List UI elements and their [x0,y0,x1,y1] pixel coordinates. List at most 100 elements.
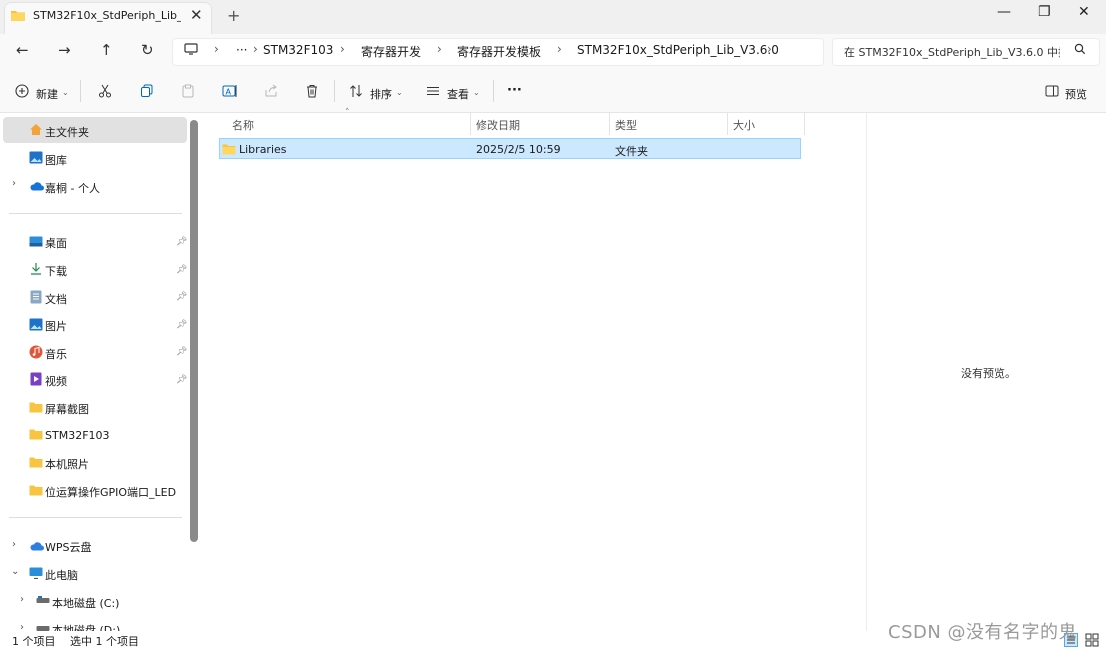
preview-button[interactable]: 预览 [1065,86,1087,102]
copy-icon[interactable] [140,84,154,98]
rename-icon[interactable]: A [222,84,238,98]
sidebar-item-label: WPS云盘 [45,541,92,554]
column-divider[interactable] [470,113,471,135]
sidebar-item-label: 主文件夹 [45,126,89,139]
close-window-button[interactable]: ✕ [1078,4,1090,20]
sidebar-item-label: 视频 [45,375,67,388]
folder-icon [29,402,43,413]
video-icon [30,372,42,386]
breadcrumb-item[interactable]: 寄存器开发 [361,43,421,60]
breadcrumb-more[interactable]: ··· [236,43,247,57]
folder-icon [11,11,25,21]
new-button[interactable]: 新建 [36,86,58,102]
sidebar-scrollbar[interactable] [190,120,198,542]
file-type: 文件夹 [615,145,648,158]
sidebar-item-label: 文档 [45,293,67,306]
folder-icon [29,457,43,468]
divider [80,80,81,102]
home-icon [30,124,42,135]
command-bar [0,70,1106,113]
pictures-icon [29,318,43,331]
status-item-count: 1 个项目 [12,635,56,648]
sidebar-item-label: 图片 [45,320,67,333]
chevron-right-icon: › [340,42,345,56]
up-button[interactable]: ↑ [100,41,113,59]
new-tab-button[interactable]: + [227,6,240,25]
sidebar-item-label: 本地磁盘 (D:) [52,624,121,631]
column-header-name[interactable]: 名称 [232,117,254,133]
restore-button[interactable]: ❐ [1038,4,1051,20]
sidebar-item-label: STM32F103 [45,429,110,442]
preview-pane-icon [1045,85,1059,97]
file-name: Libraries [239,143,287,156]
svg-text:A: A [226,88,232,97]
gallery-icon [29,151,43,164]
chevron-right-icon: › [253,42,258,56]
watermark: CSDN @没有名字的鬼 [888,622,1078,643]
back-button[interactable]: ← [16,41,29,59]
share-icon [265,84,277,97]
drive-icon [36,596,50,603]
status-selected-count: 选中 1 个项目 [70,635,139,648]
pin-icon[interactable]: 📌︎ [176,320,187,330]
column-header-modified[interactable]: 修改日期 [476,117,520,133]
view-button[interactable]: 查看 [447,86,469,102]
forward-button[interactable]: → [58,41,71,59]
chevron-right-icon: › [557,42,562,56]
sidebar-item-label: 图库 [45,154,67,167]
sidebar-item-label: 位运算操作GPIO端口_LED [45,486,177,499]
preview-empty-text: 没有预览。 [961,367,1016,380]
more-options-button[interactable]: ··· [507,83,522,98]
tab-close-icon[interactable]: ✕ [190,6,203,24]
sort-icon [350,85,362,97]
cut-icon[interactable] [98,84,112,98]
download-icon [31,263,41,275]
sidebar-item-label: 嘉桐 - 个人 [45,182,100,195]
column-divider[interactable] [804,113,805,135]
sidebar-item-label: 本机照片 [45,458,89,471]
column-divider[interactable] [727,113,728,135]
search-input[interactable]: 在 STM32F10x_StdPeriph_Lib_V3.6.0 中搜索 [844,44,1060,60]
refresh-button[interactable]: ↻ [141,41,154,59]
breadcrumb-item[interactable]: STM32F103 [263,43,333,57]
sidebar-item-drive-d-clip: 本地磁盘 (D:) [36,622,196,631]
sidebar-item-label: 音乐 [45,348,67,361]
tab-title: STM32F10x_StdPeriph_Lib_V3.6.0 [33,9,181,22]
file-modified: 2025/2/5 10:59 [476,143,561,156]
search-icon[interactable] [1074,43,1086,55]
pin-icon[interactable]: 📌︎ [176,292,187,302]
column-header-type[interactable]: 类型 [615,117,637,133]
document-icon [30,290,42,304]
chevron-right-icon: › [214,42,219,56]
sidebar-item-label: 下载 [45,265,67,278]
sidebar-item-label: 桌面 [45,237,67,250]
new-icon [15,84,29,98]
folder-icon [29,429,43,440]
sidebar-item-label: 屏幕截图 [45,403,89,416]
minimize-button[interactable]: — [997,4,1011,20]
chevron-right-icon: › [437,42,442,56]
cloud-icon [30,182,44,191]
delete-icon[interactable] [305,84,319,98]
chevron-down-icon: ⌄ [473,88,480,97]
preview-divider[interactable] [866,113,867,631]
sidebar-item-label: 本地磁盘 (C:) [52,597,120,610]
pin-icon[interactable]: 📌︎ [176,347,187,357]
pin-icon[interactable]: 📌︎ [176,375,187,385]
breadcrumb-item[interactable]: STM32F10x_StdPeriph_Lib_V3.6.0 [577,43,779,57]
cloud-icon [30,542,44,551]
pin-icon[interactable]: 📌︎ [176,237,187,247]
pin-icon[interactable]: 📌︎ [176,265,187,275]
column-divider[interactable] [609,113,610,135]
paste-icon [182,84,194,98]
folder-icon [29,485,43,496]
tiles-view-icon[interactable] [1085,633,1099,647]
divider [334,80,335,102]
computer-icon [184,43,198,55]
drive-icon [36,626,50,631]
divider [9,213,182,214]
sort-button[interactable]: 排序 [370,86,392,102]
column-header-size[interactable]: 大小 [733,117,755,133]
chevron-down-icon: ⌄ [62,88,69,97]
breadcrumb-item[interactable]: 寄存器开发模板 [457,43,541,60]
